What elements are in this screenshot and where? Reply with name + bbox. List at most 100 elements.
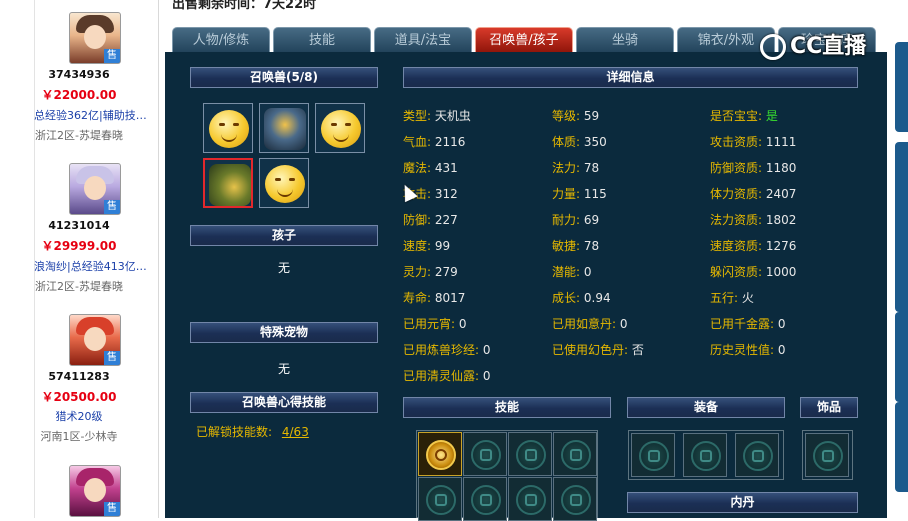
stat-row: 灵力: 279 <box>403 265 458 279</box>
stat-row: 魔法: 431 <box>403 161 458 175</box>
tab-items[interactable]: 道具/法宝 <box>374 27 472 53</box>
tab-summons[interactable]: 召唤兽/孩子 <box>475 27 573 53</box>
listing-id: 41231014 <box>48 219 110 232</box>
pet-slot[interactable] <box>203 103 253 153</box>
stat-row: 类型: 天机虫 <box>403 109 471 123</box>
stat-row: 已用炼兽珍经: 0 <box>403 343 491 357</box>
equipment-header: 装备 <box>627 397 785 418</box>
side-button[interactable] <box>895 312 908 402</box>
cc-live-watermark: CC直播 <box>758 30 888 64</box>
accessory-slot[interactable] <box>805 433 849 477</box>
listing-desc[interactable]: 浪淘纱|总经验413亿… <box>34 258 158 274</box>
character-avatar[interactable]: 售 <box>69 314 121 366</box>
listing-server: 浙江2区-苏堤春晓 <box>35 280 123 293</box>
empty-skill-icon <box>561 485 591 515</box>
stat-row: 敏捷: 78 <box>552 239 600 253</box>
skill-slot[interactable] <box>508 432 552 476</box>
sale-time-remaining: 出售剩余时间：7天22时 <box>172 0 317 12</box>
listing-price: ￥20500.00 <box>41 390 117 404</box>
smiley-pet-icon <box>209 110 249 148</box>
skill-slot[interactable] <box>418 432 462 476</box>
pet-slot[interactable] <box>259 158 309 208</box>
armored-pet-icon <box>264 108 306 150</box>
sale-badge: 售 <box>104 200 120 214</box>
listing-sidebar: 售 37434936 ￥22000.00 总经验362亿|辅助技… 浙江2区-苏… <box>0 0 159 518</box>
sale-badge: 售 <box>104 502 120 516</box>
special-pet-header: 特殊宠物 <box>190 322 378 343</box>
pet-slot[interactable] <box>315 103 365 153</box>
stat-row: 体质: 350 <box>552 135 607 149</box>
listing-item[interactable]: 售 57411283 ￥20500.00 猎术20级 河南1区-少林寺 <box>0 300 158 450</box>
equipment-slot[interactable] <box>631 433 675 477</box>
stat-row: 潜能: 0 <box>552 265 592 279</box>
listing-price: ￥22000.00 <box>41 88 117 102</box>
stat-row: 等级: 59 <box>552 109 600 123</box>
side-button[interactable] <box>895 42 908 132</box>
child-value: 无 <box>278 261 291 275</box>
tianjichong-pet-icon <box>209 164 251 206</box>
sale-badge: 售 <box>104 49 120 63</box>
listing-item[interactable]: 售 <box>0 450 158 518</box>
stat-row: 体力资质: 2407 <box>710 187 797 201</box>
neidan-header: 内丹 <box>627 492 858 513</box>
skills-header: 技能 <box>403 397 611 418</box>
empty-skill-icon <box>471 485 501 515</box>
special-pet-value: 无 <box>278 362 291 376</box>
pet-slot[interactable] <box>259 103 309 153</box>
side-button[interactable] <box>895 222 908 312</box>
sale-badge: 售 <box>104 351 120 365</box>
skill-slot[interactable] <box>463 432 507 476</box>
stat-row: 躲闪资质: 1000 <box>710 265 797 279</box>
skill-emblem-icon <box>426 440 456 470</box>
listing-desc[interactable]: 总经验362亿|辅助技… <box>34 107 158 123</box>
listing-desc[interactable]: 猎术20级 <box>0 408 158 424</box>
empty-equipment-icon <box>639 441 669 471</box>
empty-accessory-icon <box>813 441 843 471</box>
character-avatar[interactable]: 售 <box>69 465 121 517</box>
skill-slot[interactable] <box>553 477 597 521</box>
accessory-header: 饰品 <box>800 397 858 418</box>
side-button[interactable] <box>895 142 908 232</box>
listing-id: 57411283 <box>48 370 110 383</box>
listing-id: 37434936 <box>48 68 110 81</box>
pet-slot-selected[interactable] <box>203 158 253 208</box>
listing-item[interactable]: 售 41231014 ￥29999.00 浪淘纱|总经验413亿… 浙江2区-苏… <box>0 150 158 300</box>
smiley-pet-icon <box>321 110 361 148</box>
character-avatar[interactable]: 售 <box>69 12 121 64</box>
equipment-slot[interactable] <box>683 433 727 477</box>
side-button[interactable] <box>895 402 908 492</box>
stat-row: 寿命: 8017 <box>403 291 466 305</box>
detail-header: 详细信息 <box>403 67 858 88</box>
character-avatar[interactable]: 售 <box>69 163 121 215</box>
empty-skill-icon <box>516 485 546 515</box>
child-header: 孩子 <box>190 225 378 246</box>
tab-mount[interactable]: 坐骑 <box>576 27 674 53</box>
stat-row: 速度: 99 <box>403 239 451 253</box>
equipment-slot[interactable] <box>735 433 779 477</box>
empty-skill-icon <box>561 440 591 470</box>
skill-slot[interactable] <box>553 432 597 476</box>
stat-row: 气血: 2116 <box>403 135 466 149</box>
stat-row: 已用千金露: 0 <box>710 317 786 331</box>
stat-row: 已用清灵仙露: 0 <box>403 369 491 383</box>
stat-row: 是否宝宝: 是 <box>710 109 778 123</box>
skill-slot[interactable] <box>508 477 552 521</box>
tab-character[interactable]: 人物/修炼 <box>172 27 270 53</box>
stat-row: 法力资质: 1802 <box>710 213 797 227</box>
unlocked-skills: 已解锁技能数: 4/63 <box>196 423 309 440</box>
stat-row: 力量: 115 <box>552 187 607 201</box>
stat-row: 五行: 火 <box>710 291 754 305</box>
empty-skill-icon <box>426 485 456 515</box>
stat-row: 防御: 227 <box>403 213 458 227</box>
unlocked-skills-value[interactable]: 4/63 <box>282 425 309 439</box>
stat-row: 成长: 0.94 <box>552 291 611 305</box>
empty-skill-icon <box>471 440 501 470</box>
listing-server: 河南1区-少林寺 <box>40 430 118 443</box>
stat-row: 耐力: 69 <box>552 213 600 227</box>
listing-item[interactable]: 售 37434936 ￥22000.00 总经验362亿|辅助技… 浙江2区-苏… <box>0 0 158 150</box>
listing-server: 浙江2区-苏堤春晓 <box>35 129 123 142</box>
skill-slot[interactable] <box>463 477 507 521</box>
tab-skills[interactable]: 技能 <box>273 27 371 53</box>
listing-price: ￥29999.00 <box>41 239 117 253</box>
skill-slot[interactable] <box>418 477 462 521</box>
